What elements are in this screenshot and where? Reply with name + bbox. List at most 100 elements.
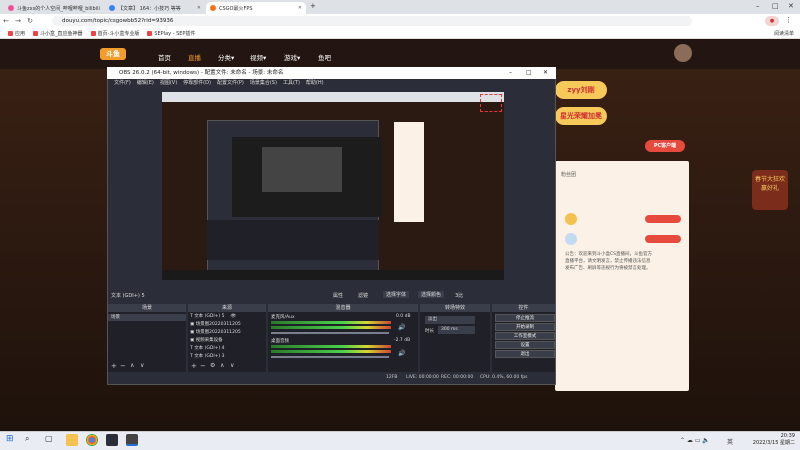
forward-icon[interactable]: → bbox=[12, 17, 24, 25]
exit-button[interactable]: 退出 bbox=[495, 350, 555, 358]
menu-file[interactable]: 文件(F) bbox=[114, 79, 131, 88]
menu-help[interactable]: 帮助(H) bbox=[306, 79, 324, 88]
source-item[interactable]: ▣ 场景图20220311205 bbox=[190, 321, 241, 328]
input-language[interactable]: 英 bbox=[727, 437, 733, 446]
speaker-icon[interactable]: 🔊 bbox=[398, 324, 405, 331]
remove-scene-icon[interactable]: − bbox=[120, 362, 126, 370]
bookmark-item[interactable]: 斗小盒_直应鱼神器 bbox=[33, 30, 83, 37]
tray-icons[interactable]: ⌃ ☁ ▭ 🔈 bbox=[680, 437, 710, 444]
nav-yuba[interactable]: 鱼吧 bbox=[318, 52, 331, 62]
promo-button-2[interactable]: 星光荣耀加冕 bbox=[555, 107, 607, 125]
file-explorer-icon[interactable] bbox=[66, 434, 78, 446]
obs-preview[interactable] bbox=[162, 92, 504, 280]
bookmark-item[interactable]: SEPlay - SEP插件 bbox=[147, 30, 195, 37]
dock-title-controls: 控件 bbox=[492, 304, 555, 312]
reading-list[interactable]: 阅读清单 bbox=[774, 30, 794, 37]
obs-status-bar: 12FB LIVE: 00:00:00 REC: 00:00:00 CPU: 0… bbox=[108, 373, 555, 383]
search-icon[interactable]: ⌕ bbox=[25, 434, 37, 446]
speaker-icon[interactable]: 🔊 bbox=[398, 350, 405, 357]
taskbar-clock[interactable]: 20:39 2022/3/15 星期二 bbox=[740, 433, 795, 447]
bookmark-item[interactable]: 应用 bbox=[8, 30, 25, 37]
start-icon[interactable]: ⊞ bbox=[6, 434, 18, 446]
douyu-logo[interactable]: 斗鱼 bbox=[100, 48, 126, 60]
visibility-icon[interactable]: 👁 bbox=[230, 314, 236, 319]
add-source-icon[interactable]: + bbox=[191, 362, 197, 370]
move-down-icon[interactable]: ∨ bbox=[140, 362, 144, 369]
obs-icon[interactable] bbox=[106, 434, 118, 446]
menu-scene-collection[interactable]: 场景集合(S) bbox=[250, 79, 277, 88]
settings-button[interactable]: 设置 bbox=[495, 341, 555, 349]
bookmark-icon bbox=[147, 30, 153, 36]
dock-title-mixer: 混音器 bbox=[268, 304, 418, 312]
source-item[interactable]: T 文本 (GDI+) 3 bbox=[190, 353, 224, 360]
follow-button[interactable] bbox=[645, 215, 681, 223]
add-scene-icon[interactable]: + bbox=[111, 362, 117, 370]
source-item[interactable]: T 文本 (GDI+) 5 👁 bbox=[190, 313, 236, 320]
nav-game[interactable]: 游戏▾ bbox=[284, 52, 300, 62]
maximize-icon[interactable]: □ bbox=[772, 2, 779, 10]
scene-item[interactable]: 场景 bbox=[108, 314, 186, 321]
filters-button[interactable]: 滤镜 bbox=[358, 292, 368, 299]
profile-avatar[interactable]: ● bbox=[765, 16, 779, 26]
menu-profile[interactable]: 配置文件(P) bbox=[217, 79, 244, 88]
volume-slider[interactable] bbox=[271, 356, 389, 358]
nav-video[interactable]: 视频▾ bbox=[250, 52, 266, 62]
obs-active-icon[interactable] bbox=[126, 434, 138, 446]
stop-streaming-button[interactable]: 停止推流 bbox=[495, 314, 555, 322]
preview-selection[interactable] bbox=[480, 94, 502, 112]
duration-input[interactable]: 300 ms bbox=[438, 326, 475, 334]
browser-tab-3[interactable]: CSGO最火FPS ✕ bbox=[206, 2, 306, 14]
close-icon[interactable]: ✕ bbox=[193, 5, 201, 11]
bookmark-item[interactable]: 首页-斗小盒专业版 bbox=[90, 30, 139, 37]
menu-docks[interactable]: 停靠部件(D) bbox=[183, 79, 211, 88]
properties-button[interactable]: 属性 bbox=[333, 292, 343, 299]
move-up-icon[interactable]: ∧ bbox=[220, 362, 224, 369]
promo-button-1[interactable]: zyy刘刚 bbox=[555, 81, 607, 99]
nav-live[interactable]: 直播 bbox=[188, 52, 201, 62]
source-settings-icon[interactable]: ⚙ bbox=[210, 362, 215, 369]
menu-icon[interactable]: ⋮ bbox=[785, 16, 792, 24]
chrome-icon[interactable] bbox=[86, 434, 98, 446]
close-icon[interactable]: ✕ bbox=[294, 5, 302, 11]
select-font-button[interactable]: 选择字体 bbox=[383, 291, 410, 298]
close-icon[interactable]: ✕ bbox=[100, 5, 105, 11]
close-window-icon[interactable]: ✕ bbox=[788, 2, 794, 10]
remove-source-icon[interactable]: − bbox=[200, 362, 206, 370]
source-item[interactable]: ▣ 场景图20220311205 bbox=[190, 329, 241, 336]
preview-taskbar bbox=[162, 270, 504, 280]
maximize-icon[interactable]: □ bbox=[526, 69, 532, 76]
move-up-icon[interactable]: ∧ bbox=[130, 362, 134, 369]
url-input[interactable]: douyu.com/topic/csgowbb52?rid=93936 bbox=[52, 16, 692, 26]
select-color-button[interactable]: 选择颜色 bbox=[418, 291, 445, 298]
source-item[interactable]: T 文本 (GDI+) 4 bbox=[190, 345, 224, 352]
reload-icon[interactable]: ↻ bbox=[24, 17, 36, 25]
source-item[interactable]: ▣ 视频采集设备 bbox=[190, 337, 223, 344]
notice-text: 公告：欢迎来到斗小盒CS直播间，斗鱼官方 直播平台，请文明发言，禁止传播违法信息… bbox=[565, 252, 652, 271]
minimize-icon[interactable]: – bbox=[756, 2, 760, 10]
source-toolbar: 文本 (GDI+) 5 属性 滤镜 选择字体 选择颜色 3比 bbox=[108, 290, 555, 300]
studio-mode-button[interactable]: 工作室模式 bbox=[495, 332, 555, 340]
ratio-label: 3比 bbox=[455, 293, 464, 299]
close-icon[interactable]: ✕ bbox=[543, 69, 548, 76]
move-down-icon[interactable]: ∨ bbox=[230, 362, 234, 369]
event-banner[interactable]: 春节大狂欢 赢好礼 bbox=[752, 170, 788, 210]
nav-home[interactable]: 首页 bbox=[158, 52, 171, 62]
pc-client-button[interactable]: PC客户端 bbox=[645, 140, 685, 152]
user-avatar[interactable] bbox=[674, 44, 692, 62]
browser-tab-1[interactable]: 斗鱼zxs的个人空间_哔哩哔哩_bilibili ✕ bbox=[4, 2, 104, 14]
menu-edit[interactable]: 编辑(E) bbox=[137, 79, 154, 88]
back-icon[interactable]: ← bbox=[0, 17, 12, 25]
minimize-icon[interactable]: – bbox=[509, 69, 512, 76]
menu-view[interactable]: 视图(V) bbox=[160, 79, 177, 88]
volume-slider[interactable] bbox=[271, 332, 389, 334]
new-tab-button[interactable]: + bbox=[310, 2, 316, 10]
browser-tab-2[interactable]: 【文章】 164：小技巧 等等 ✕ bbox=[105, 2, 205, 14]
task-view-icon[interactable]: ▢ bbox=[45, 434, 57, 446]
audio-meter bbox=[271, 321, 391, 324]
menu-tools[interactable]: 工具(T) bbox=[283, 79, 300, 88]
follow-button[interactable] bbox=[645, 235, 681, 243]
start-recording-button[interactable]: 开始录制 bbox=[495, 323, 555, 331]
tab-favicon-icon bbox=[8, 5, 14, 11]
nav-category[interactable]: 分类▾ bbox=[218, 52, 234, 62]
transition-select[interactable]: 淡出 bbox=[425, 316, 475, 324]
